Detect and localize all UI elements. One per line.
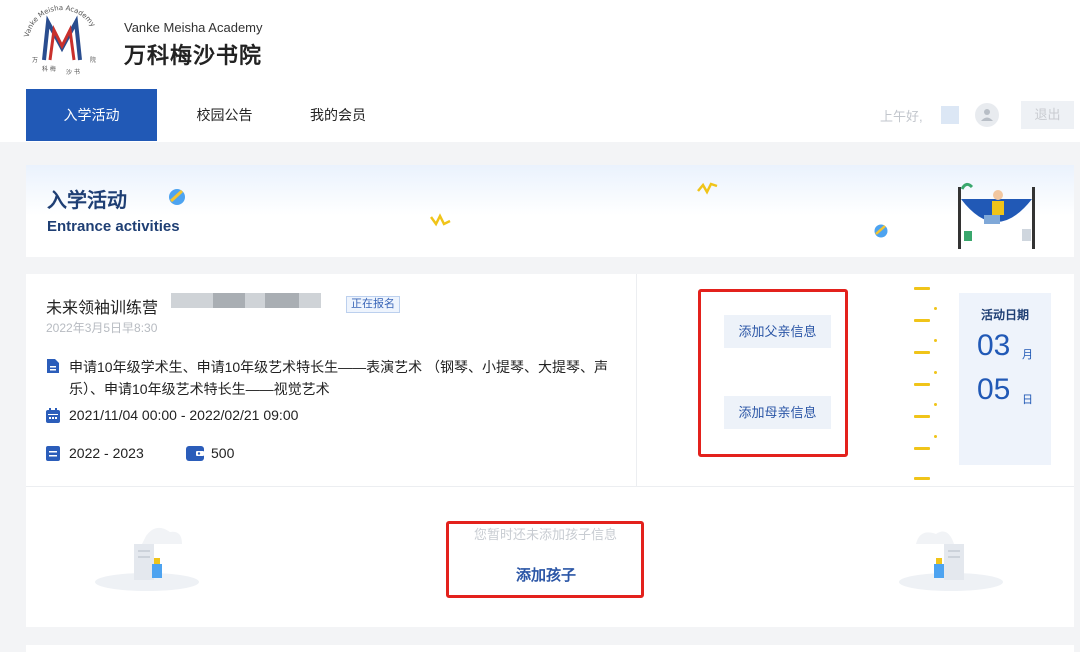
document-icon [47, 359, 59, 373]
redacted-text [213, 293, 245, 308]
month-unit: 月 [1022, 349, 1033, 361]
applicable-programs: 申请10年级学术生、申请10年级艺术特长生——表演艺术 （钢琴、小提琴、大提琴、… [69, 359, 609, 397]
brand-english-name: Vanke Meisha Academy [124, 20, 263, 35]
book-icon [46, 446, 60, 461]
academy-logo[interactable]: Vanke Meisha Academy 万 科 梅 沙 书 院 [18, 4, 106, 80]
calendar-icon [46, 408, 60, 423]
site-header: Vanke Meisha Academy 万 科 梅 沙 书 院 Vanke M… [0, 0, 1080, 142]
section-title: 入学活动 [47, 190, 127, 212]
activity-title[interactable]: 未来领袖训练营 [46, 294, 158, 318]
svg-text:万: 万 [32, 57, 38, 64]
redacted-text [171, 293, 213, 308]
nav-tab-campus-notices[interactable]: 校园公告 [157, 89, 292, 141]
activity-date-text: 2022年3月5日早8:30 [46, 321, 158, 335]
activity-date-panel: 活动日期 03 月 05 日 [959, 293, 1051, 465]
logout-button[interactable]: 退出 [1021, 101, 1074, 129]
activity-card: 未来领袖训练营 正在报名 2022年3月5日早8:30 申请10年级学术生、申请… [26, 274, 1074, 627]
school-year: 2022 - 2023 [69, 445, 144, 461]
next-card-edge [26, 645, 1074, 652]
redacted-text [245, 293, 265, 308]
highlight-box [698, 289, 848, 457]
user-icon [981, 109, 993, 121]
activity-month: 03 [977, 329, 1011, 362]
hammock-illustration [958, 182, 1035, 249]
brand-chinese-name: 万科梅沙书院 [124, 43, 263, 68]
divider [26, 486, 1074, 487]
nav-tab-entrance-activities[interactable]: 入学活动 [26, 89, 157, 141]
activity-day: 05 [977, 373, 1011, 406]
svg-text:院: 院 [90, 56, 96, 64]
section-banner: 入学活动 Entrance activities [26, 165, 1074, 257]
user-name-redacted [941, 106, 959, 124]
activity-date-label: 活动日期 [980, 308, 1029, 322]
empty-state-illustration [899, 531, 1003, 591]
ball-icon [874, 224, 888, 238]
squiggle-icon [697, 182, 718, 195]
squiggle-icon [430, 213, 451, 227]
svg-text:沙 书: 沙 书 [66, 68, 80, 76]
highlight-box [446, 521, 644, 598]
user-avatar[interactable] [975, 103, 999, 127]
greeting-text: 上午好, [880, 109, 923, 124]
divider [636, 274, 637, 486]
redacted-text [265, 293, 299, 308]
wallet-icon [186, 446, 204, 461]
redacted-text [299, 293, 321, 308]
timeline-decoration [914, 283, 948, 480]
activity-fee: 500 [211, 445, 235, 461]
ball-icon [169, 189, 185, 205]
status-badge: 正在报名 [346, 296, 400, 313]
svg-text:Vanke Meisha Academy: Vanke Meisha Academy [23, 4, 97, 38]
main-nav: 入学活动 校园公告 我的会员 [26, 89, 384, 141]
empty-state-illustration [95, 527, 199, 591]
section-subtitle: Entrance activities [47, 218, 180, 235]
nav-tab-my-membership[interactable]: 我的会员 [292, 89, 384, 141]
registration-period: 2021/11/04 00:00 - 2022/02/21 09:00 [69, 407, 299, 423]
day-unit: 日 [1022, 394, 1033, 406]
svg-text:科 梅: 科 梅 [42, 65, 56, 73]
